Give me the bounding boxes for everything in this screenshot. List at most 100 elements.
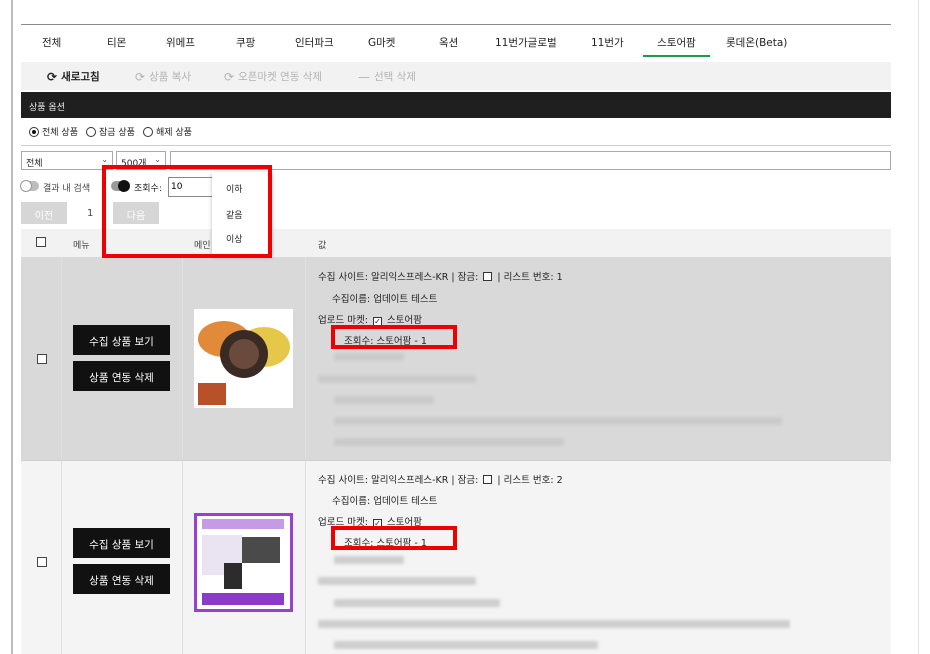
collection-name: 업데이트 테스트 (373, 496, 438, 507)
delete-product-link-button[interactable]: 상품 연동 삭제 (73, 564, 170, 594)
tab-wemakeprice[interactable]: 위메프 (166, 35, 195, 50)
redacted-text (334, 417, 782, 425)
product-image (194, 513, 293, 612)
row-checkbox[interactable] (37, 557, 47, 570)
table-row[interactable]: 수집 상품 보기 상품 연동 삭제 수집 사이트: 알리익스프레스-KR | 잠… (21, 461, 891, 654)
tab-lotteon[interactable]: 롯데온(Beta) (726, 35, 787, 50)
collection-name-label: 수집이름: (332, 496, 371, 507)
column-divider (305, 257, 306, 460)
site-label: 수집 사이트: (318, 475, 368, 486)
tab-coupang[interactable]: 쿠팡 (236, 35, 255, 50)
lock-checkbox[interactable] (483, 272, 493, 281)
tab-auction[interactable]: 옥션 (439, 35, 458, 50)
product-thumbnail (194, 309, 293, 408)
delete-market-link-button[interactable]: ⟳ 오픈마켓 연동 삭제 (224, 69, 322, 84)
collection-site-line: 수집 사이트: 알리익스프레스-KR | 잠금: | 리스트 번호: 1 (318, 272, 563, 283)
redacted-text (334, 438, 564, 446)
scope-select[interactable]: 전체 ⌄ (21, 151, 113, 170)
page-size-select[interactable]: 500개 ⌄ (116, 151, 166, 170)
select-all-checkbox[interactable] (36, 237, 46, 250)
header-value: 값 (318, 241, 327, 251)
upload-market-line: 업로드 마켓: ✓ 스토어팜 (318, 514, 422, 528)
refresh-button[interactable]: ⟳ 새로고침 (47, 69, 100, 84)
views-info: 조회수: 스토어팜 - 1 (344, 336, 427, 347)
collection-name-label: 수집이름: (332, 294, 371, 305)
column-divider (61, 461, 62, 654)
prev-page-button[interactable]: 이전 (21, 202, 67, 224)
radio-all-products[interactable]: 전체 상품 (29, 125, 78, 138)
view-collected-product-button[interactable]: 수집 상품 보기 (73, 528, 170, 558)
search-input[interactable] (170, 151, 891, 170)
delete-selected-button[interactable]: — 선택 삭제 (358, 69, 416, 84)
redacted-text (318, 577, 476, 585)
table-header: 메뉴 메인 값 (21, 229, 891, 257)
right-border (918, 0, 919, 654)
site-value: 알리익스프레스-KR (370, 272, 449, 283)
sync-icon: ⟳ (224, 69, 235, 84)
next-page-button[interactable]: 다음 (113, 202, 159, 224)
tab-storefarm[interactable]: 스토어팜 (643, 35, 710, 57)
dropdown-option-equal[interactable]: 같음 (226, 208, 243, 221)
column-divider (305, 461, 306, 654)
minus-icon: — (358, 69, 370, 84)
copy-product-label: 상품 복사 (149, 71, 192, 83)
collection-name: 업데이트 테스트 (373, 294, 438, 305)
collection-site-line: 수집 사이트: 알리익스프레스-KR | 잠금: | 리스트 번호: 2 (318, 475, 563, 486)
product-thumbnail (194, 513, 293, 612)
radio-dot (142, 126, 153, 137)
redacted-text (334, 641, 598, 649)
list-number: 1 (556, 272, 563, 283)
table-row[interactable]: 수집 상품 보기 상품 연동 삭제 수집 사이트: 알리익스프레스-KR | 잠… (21, 257, 891, 461)
toggle-knob (20, 180, 32, 192)
market-checkbox[interactable]: ✓ (372, 519, 382, 528)
search-in-results-toggle[interactable] (20, 180, 39, 192)
tab-all[interactable]: 전체 (42, 35, 61, 50)
delete-product-link-button[interactable]: 상품 연동 삭제 (73, 361, 170, 391)
views-value-input[interactable] (168, 177, 218, 197)
redacted-text (334, 353, 404, 361)
views-filter-label: 조회수: (134, 184, 162, 194)
upload-market: 스토어팜 (386, 315, 422, 326)
views-filter-toggle[interactable] (111, 180, 130, 192)
delete-market-link-label: 오픈마켓 연동 삭제 (238, 71, 323, 83)
redacted-text (334, 556, 404, 564)
radio-dot (29, 126, 39, 137)
radio-label: 전체 상품 (42, 128, 78, 138)
dropdown-option-greater-or-equal[interactable]: 이상 (226, 232, 243, 245)
lock-checkbox[interactable] (483, 475, 493, 484)
site-label: 수집 사이트: (318, 272, 368, 283)
product-image (194, 309, 293, 408)
lock-label: 잠금: (457, 272, 479, 283)
options-header: 상품 옵션 (21, 92, 891, 118)
checkbox-box (37, 354, 47, 364)
delete-selected-label: 선택 삭제 (374, 71, 416, 83)
redacted-text (334, 396, 434, 404)
tab-interpark[interactable]: 인터파크 (295, 35, 334, 50)
market-checkbox[interactable]: ✓ (372, 317, 382, 326)
redacted-text (318, 620, 790, 628)
copy-product-button[interactable]: ⟳ 상품 복사 (135, 69, 191, 84)
view-collected-product-button[interactable]: 수집 상품 보기 (73, 325, 170, 355)
redacted-text (334, 599, 500, 607)
toolbar: ⟳ 새로고침 ⟳ 상품 복사 ⟳ 오픈마켓 연동 삭제 — 선택 삭제 (21, 62, 891, 90)
tab-11st-global[interactable]: 11번가글로벌 (495, 35, 557, 50)
refresh-label: 새로고침 (61, 71, 100, 83)
toggle-knob (118, 180, 130, 192)
tab-gmarket[interactable]: G마켓 (368, 35, 395, 50)
chevron-down-icon: ⌄ (154, 155, 161, 164)
column-divider (182, 257, 183, 460)
upload-market: 스토어팜 (386, 517, 422, 528)
tab-11st[interactable]: 11번가 (591, 35, 624, 50)
radio-label: 해제 상품 (155, 128, 192, 138)
redacted-text (318, 375, 476, 383)
radio-locked-products[interactable]: 잠금 상품 (85, 125, 135, 138)
radio-label: 잠금 상품 (98, 128, 135, 138)
dropdown-option-less-or-equal[interactable]: 이하 (226, 182, 243, 195)
upload-market-label: 업로드 마켓: (318, 517, 368, 528)
tab-tmon[interactable]: 티몬 (107, 35, 126, 50)
header-menu: 메뉴 (73, 241, 90, 251)
refresh-icon: ⟳ (47, 69, 58, 84)
radio-unlocked-products[interactable]: 해제 상품 (142, 125, 192, 138)
row-checkbox[interactable] (37, 354, 47, 367)
checkbox-box (37, 557, 47, 567)
